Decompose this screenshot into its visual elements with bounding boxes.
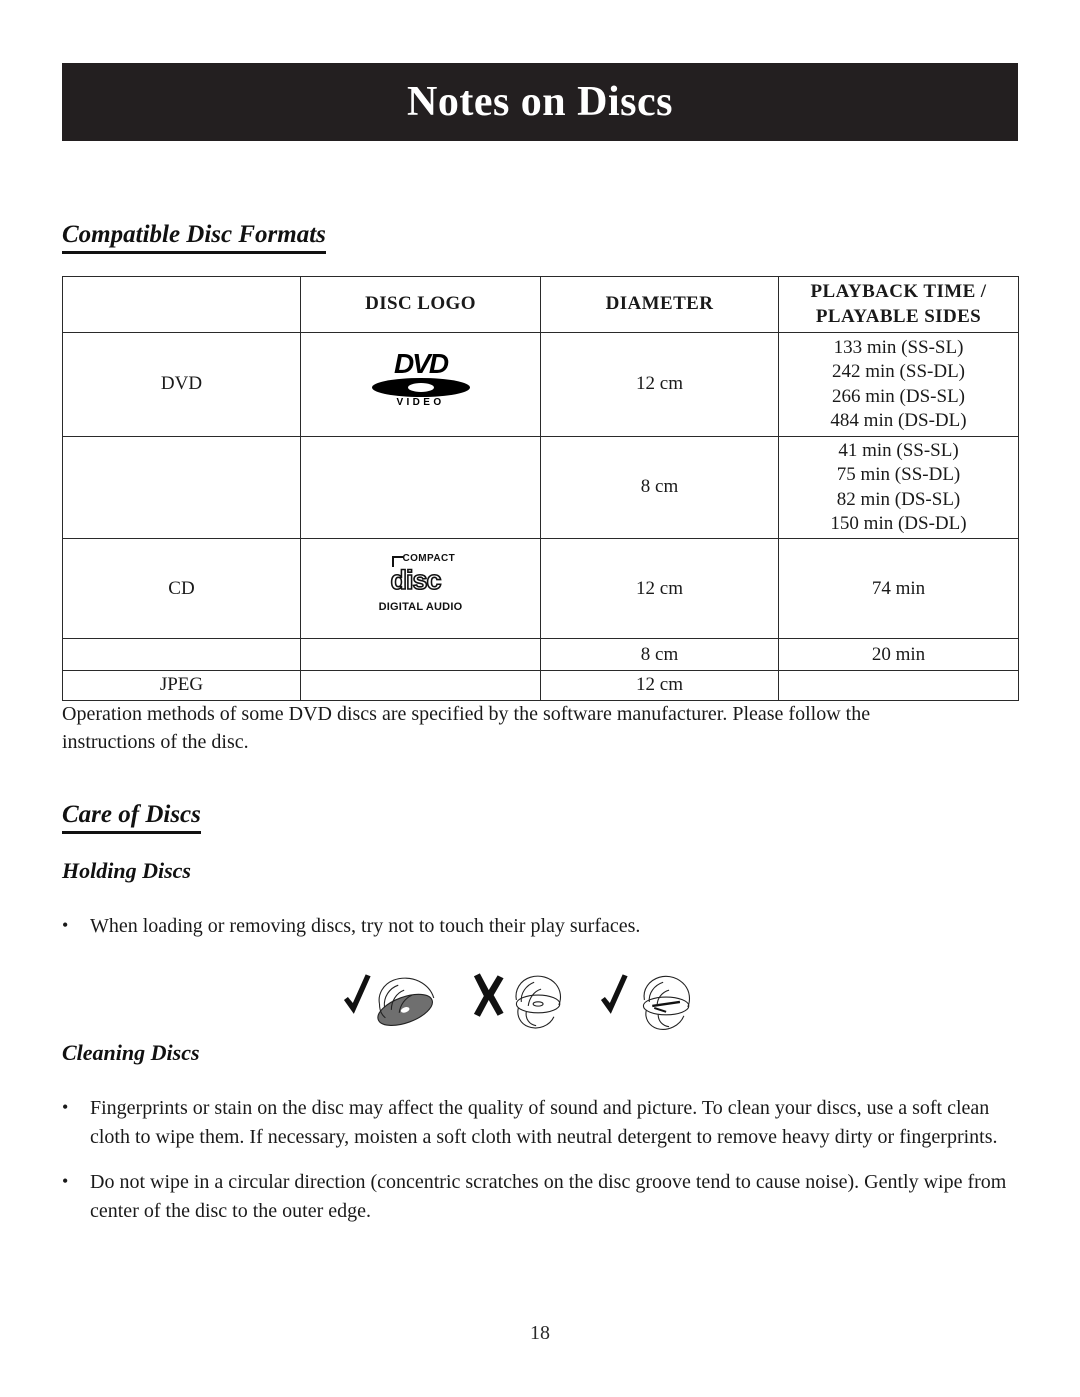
table-row: CD COMPACT disc DIGITAL AUDIO 12 cm 74 m… [62,538,1019,640]
holding-discs-illustrations [340,958,700,1042]
compact-disc-digital-audio-logo-icon: COMPACT disc DIGITAL AUDIO [369,554,473,616]
cell-format-name: CD [62,538,301,640]
cell-disc-logo [300,670,541,701]
page-title: Notes on Discs [407,79,673,125]
hand-holding-disc-edge-drawing [643,975,691,1030]
subsection-heading-cleaning-discs: Cleaning Discs [62,1040,200,1065]
subsection-heading-holding-discs: Holding Discs [62,858,191,883]
bullet-icon: • [62,915,69,935]
cross-mark-icon [473,973,504,1017]
list-item-text: When loading or removing discs, try not … [90,915,641,937]
hand-with-disc-drawing [377,977,435,1026]
cell-diameter: 12 cm [540,332,779,437]
playback-time-line: 150 min (DS-DL) [830,512,967,534]
dvd-logo-ellipse [371,377,470,397]
cell-disc-logo: COMPACT disc DIGITAL AUDIO [300,538,541,640]
list-item: • Do not wipe in a circular direction (c… [62,1168,1017,1226]
cell-disc-logo [300,435,541,540]
cell-format-name [62,638,301,672]
page-header-banner: Notes on Discs [62,63,1018,141]
list-item: • When loading or removing discs, try no… [62,912,952,941]
bullet-icon: • [62,1097,69,1117]
cell-playback-time: 133 min (SS-SL) 242 min (SS-DL) 266 min … [778,332,1019,437]
playback-time-line: 75 min (SS-DL) [836,464,961,486]
cell-playback-time [778,670,1019,701]
cell-playback-time: 41 min (SS-SL) 75 min (SS-DL) 82 min (DS… [778,435,1019,540]
playback-time-line: 82 min (DS-SL) [836,488,961,510]
cell-disc-logo [300,638,541,672]
header-playback-time-line1: PLAYBACK TIME / [810,281,987,303]
list-item: • Fingerprints or stain on the disc may … [62,1094,1017,1152]
header-cell-playback-time: PLAYBACK TIME / PLAYABLE SIDES [778,276,1019,333]
table-row: 8 cm 20 min [62,638,1019,672]
cd-logo-mid-text: disc [390,565,443,596]
table-row: JPEG 12 cm [62,670,1019,701]
table-row: DVD DVD VIDEO 12 cm 133 min (SS-SL) 242 … [62,332,1019,437]
touch-disc-surface-incorrect-illustration [473,973,561,1029]
cd-logo-bottom-text: DIGITAL AUDIO [378,601,463,614]
cell-format-name: JPEG [62,670,301,701]
page-number: 18 [530,1322,550,1344]
header-playback-time-line2: PLAYABLE SIDES [815,305,982,327]
playback-time-line: 133 min (SS-SL) [833,336,964,358]
playback-time-line: 41 min (SS-SL) [838,440,959,461]
list-item-text: Do not wipe in a circular direction (con… [90,1171,1007,1222]
playback-time-line: 484 min (DS-DL) [830,409,967,431]
check-mark-icon [343,974,371,1014]
hand-pinching-disc-drawing [515,975,561,1029]
dvd-logo-word: DVD [393,347,449,379]
cell-diameter: 12 cm [540,538,779,640]
header-cell-diameter: DIAMETER [540,276,779,333]
list-item-text: Fingerprints or stain on the disc may af… [90,1097,998,1148]
cell-disc-logo: DVD VIDEO [300,332,541,437]
cell-playback-time: 74 min [778,538,1019,640]
playback-time-line: 266 min (DS-SL) [832,385,965,407]
cell-diameter: 12 cm [540,670,779,701]
table-row: 8 cm 41 min (SS-SL) 75 min (SS-DL) 82 mi… [62,435,1019,540]
dvd-video-logo-icon: DVD VIDEO [369,347,473,412]
cell-diameter: 8 cm [540,435,779,540]
cell-format-name: DVD [62,332,301,437]
section-heading-compatible-disc-formats: Compatible Disc Formats [62,222,326,254]
header-cell-blank [62,276,301,333]
operation-methods-note: Operation methods of some DVD discs are … [62,703,871,754]
check-mark-icon [601,974,628,1014]
playback-time-line: 242 min (SS-DL) [832,361,965,383]
section-heading-care-of-discs: Care of Discs [62,802,201,834]
bullet-icon: • [62,1171,69,1191]
hold-disc-by-edge-correct-illustration [343,974,435,1026]
cell-playback-time: 20 min [778,638,1019,672]
table-header-row: DISC LOGO DIAMETER PLAYBACK TIME / PLAYA… [62,276,1019,333]
cd-logo-top-text: COMPACT [402,553,456,565]
compatible-disc-formats-table: DISC LOGO DIAMETER PLAYBACK TIME / PLAYA… [62,276,1019,701]
hold-disc-center-and-edge-correct-illustration [601,974,691,1030]
header-cell-disc-logo: DISC LOGO [300,276,541,333]
dvd-logo-subtext: VIDEO [396,396,445,408]
cell-format-name [62,435,301,540]
cell-diameter: 8 cm [540,638,779,672]
